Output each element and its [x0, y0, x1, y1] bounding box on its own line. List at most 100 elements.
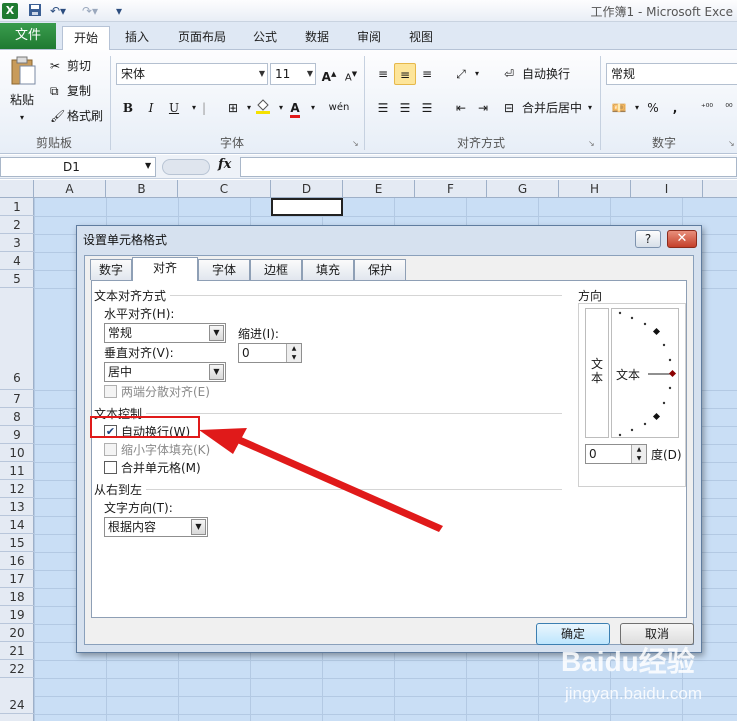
align-middle-icon[interactable]: ≡ [394, 63, 416, 85]
row-header[interactable]: 4 [0, 252, 34, 270]
row-header[interactable]: 22 [0, 660, 34, 678]
tab-border[interactable]: 边框 [250, 259, 302, 280]
row-header[interactable]: 10 [0, 444, 34, 462]
column-header[interactable]: F [415, 180, 487, 198]
spin-down-icon[interactable]: ▼ [286, 353, 301, 362]
tab-home[interactable]: 开始 [62, 26, 110, 50]
shrink-font-icon[interactable]: A▼ [340, 63, 362, 85]
merge-dropdown-icon[interactable]: ▾ [588, 100, 592, 116]
close-button[interactable]: ✕ [667, 230, 697, 248]
format-painter-icon[interactable]: 🖌 [50, 108, 65, 124]
degree-spinner[interactable]: 0 ▲ ▼ [585, 444, 647, 464]
tab-insert[interactable]: 插入 [114, 26, 160, 50]
spin-down-icon[interactable]: ▼ [631, 454, 646, 463]
phonetic-guide-icon[interactable]: wén [326, 97, 352, 119]
bold-button[interactable]: B [117, 97, 139, 119]
font-dialog-launcher-icon[interactable]: ↘ [352, 136, 359, 152]
paste-icon[interactable] [10, 56, 38, 90]
tab-protection[interactable]: 保护 [354, 259, 406, 280]
row-header[interactable]: 19 [0, 606, 34, 624]
row-header[interactable]: 18 [0, 588, 34, 606]
row-header[interactable]: 3 [0, 234, 34, 252]
row-header[interactable]: 24 [0, 696, 34, 714]
justify-distributed-checkbox[interactable] [104, 385, 117, 398]
row-header[interactable]: 21 [0, 642, 34, 660]
column-header[interactable]: E [343, 180, 415, 198]
paste-dropdown-icon[interactable]: ▾ [20, 110, 24, 126]
comma-button[interactable]: , [664, 97, 686, 119]
text-direction-select[interactable]: 根据内容 ▼ [104, 517, 208, 537]
merge-cells-checkbox[interactable] [104, 461, 117, 474]
column-header[interactable]: D [271, 180, 343, 198]
row-header[interactable]: 11 [0, 462, 34, 480]
increase-decimal-icon[interactable]: ⁺⁰⁰ [696, 97, 718, 119]
vertical-align-select[interactable]: 居中 ▼ [104, 362, 226, 382]
insert-function-icon[interactable]: fx [218, 157, 231, 172]
formula-bar-splitter[interactable] [162, 159, 210, 175]
align-top-icon[interactable]: ≡ [372, 63, 394, 85]
number-dialog-launcher-icon[interactable]: ↘ [728, 136, 735, 152]
name-box-dropdown-icon[interactable]: ▼ [145, 161, 151, 170]
format-painter-button[interactable]: 格式刷 [67, 108, 103, 124]
grow-font-icon[interactable]: A▲ [318, 63, 340, 85]
tab-fill[interactable]: 填充 [302, 259, 354, 280]
horizontal-align-select[interactable]: 常规 ▼ [104, 323, 226, 343]
spin-up-icon[interactable]: ▲ [286, 344, 301, 353]
column-header[interactable]: A [34, 180, 106, 198]
formula-input[interactable] [240, 157, 737, 177]
spin-up-icon[interactable]: ▲ [631, 445, 646, 454]
tab-formulas[interactable]: 公式 [244, 26, 286, 50]
column-header[interactable]: B [106, 180, 178, 198]
decrease-decimal-icon[interactable]: ⁰⁰ [718, 97, 737, 119]
decrease-indent-icon[interactable]: ⇤ [450, 97, 472, 119]
vertical-text-box[interactable]: 文本 [585, 308, 609, 438]
cut-icon[interactable]: ✂ [50, 58, 60, 74]
row-header[interactable]: 9 [0, 426, 34, 444]
merge-center-icon[interactable]: ⊟ [504, 100, 514, 116]
tab-page-layout[interactable]: 页面布局 [170, 26, 234, 50]
wrap-text-button[interactable]: 自动换行 [522, 66, 570, 82]
tab-data[interactable]: 数据 [296, 26, 338, 50]
tab-number[interactable]: 数字 [90, 259, 132, 280]
align-bottom-icon[interactable]: ≡ [416, 63, 438, 85]
align-left-icon[interactable]: ☰ [372, 97, 394, 119]
row-header[interactable]: 2 [0, 216, 34, 234]
orientation-dial[interactable]: 文本 [611, 308, 679, 438]
tab-font[interactable]: 字体 [198, 259, 250, 280]
row-header[interactable]: 12 [0, 480, 34, 498]
tab-view[interactable]: 视图 [400, 26, 442, 50]
copy-icon[interactable]: ⧉ [50, 83, 59, 99]
save-icon[interactable] [28, 3, 42, 19]
row-header[interactable]: 1 [0, 198, 34, 216]
wrap-text-icon[interactable]: ⏎ [504, 66, 514, 82]
align-right-icon[interactable]: ☰ [416, 97, 438, 119]
font-size-select[interactable]: 11 ▼ [270, 63, 316, 85]
merge-cells-label[interactable]: 合并单元格(M) [121, 459, 201, 476]
row-header[interactable]: 16 [0, 552, 34, 570]
underline-button[interactable]: U [163, 97, 185, 119]
row-header[interactable]: 17 [0, 570, 34, 588]
font-name-select[interactable]: 宋体 ▼ [116, 63, 268, 85]
number-format-select[interactable]: 常规 [606, 63, 737, 85]
alignment-dialog-launcher-icon[interactable]: ↘ [588, 136, 595, 152]
align-center-icon[interactable]: ☰ [394, 97, 416, 119]
font-color-dropdown-icon[interactable]: ▾ [302, 97, 324, 119]
row-header[interactable]: 7 [0, 390, 34, 408]
percent-button[interactable]: % [642, 97, 664, 119]
row-header[interactable]: 5 [0, 270, 34, 288]
row-header[interactable]: 13 [0, 498, 34, 516]
paste-button[interactable]: 粘贴 [10, 92, 34, 108]
column-header[interactable]: H [559, 180, 631, 198]
redo-icon[interactable]: ↷▾ [82, 3, 98, 19]
row-header[interactable]: 20 [0, 624, 34, 642]
select-all-corner[interactable] [0, 180, 34, 198]
undo-icon[interactable]: ↶▾ [50, 3, 66, 19]
column-header[interactable]: I [631, 180, 703, 198]
shrink-to-fit-checkbox[interactable] [104, 443, 117, 456]
increase-indent-icon[interactable]: ⇥ [472, 97, 494, 119]
name-box[interactable]: D1 [0, 157, 156, 177]
merge-center-button[interactable]: 合并后居中 [522, 100, 582, 116]
copy-button[interactable]: 复制 [67, 83, 91, 99]
italic-button[interactable]: I [140, 97, 162, 119]
customize-toolbar-icon[interactable]: ▾ [116, 3, 122, 19]
